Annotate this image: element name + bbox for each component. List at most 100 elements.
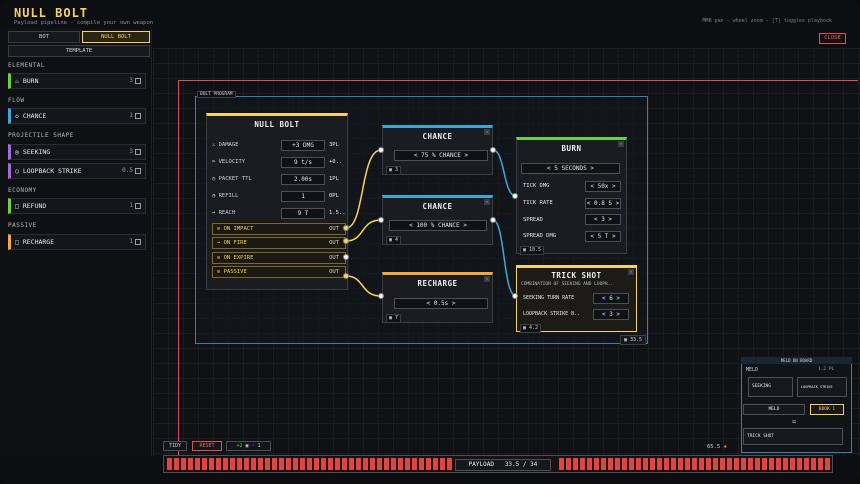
payload-segment — [167, 458, 172, 470]
spread-dmg-field[interactable]: < 5 T > — [585, 231, 621, 242]
port-in[interactable] — [512, 193, 518, 199]
payload-segment — [412, 458, 417, 470]
port-out[interactable] — [490, 147, 496, 153]
node-cost: ▣ 4.2 — [520, 324, 542, 333]
port-on-impact[interactable] — [343, 225, 349, 231]
payload-segment — [293, 458, 298, 470]
payload-segment — [713, 458, 718, 470]
stat-reach: → REACH — [212, 210, 236, 216]
payload-segment — [377, 458, 382, 470]
event-on-expire[interactable]: ⊙ ON EXPIRE OUT — [212, 252, 346, 264]
chance-node-1[interactable]: ✕ CHANCE < 75 % CHANCE > ▣ 3 — [382, 125, 493, 175]
event-on-impact[interactable]: ⊙ ON IMPACT OUT — [212, 223, 346, 235]
node-cost: ▣ 7 — [386, 314, 402, 323]
port-in[interactable] — [378, 147, 384, 153]
payload-segment — [727, 458, 732, 470]
payload-segment — [342, 458, 347, 470]
tidy-button[interactable]: TIDY — [163, 441, 187, 451]
reset-button[interactable]: RESET — [192, 441, 222, 451]
port-on-expire[interactable] — [343, 254, 349, 260]
meld-slot-b[interactable]: LOOPBACK STRIKE — [797, 377, 847, 397]
meld-button[interactable]: MELD — [743, 404, 805, 415]
port-in[interactable] — [512, 293, 518, 299]
tick-dmg-field[interactable]: < 50x > — [585, 181, 621, 192]
null-bolt-node[interactable]: NULL BOLT ⚔ DAMAGE +3 DMG 3PL ≈ VELOCITY… — [206, 113, 348, 290]
payload-segment — [307, 458, 312, 470]
game-window: NULL BOLT Payload pipeline - compile you… — [0, 0, 860, 484]
payload-segment — [601, 458, 606, 470]
node-title: BURN — [561, 144, 582, 153]
payload-segment — [769, 458, 774, 470]
payload-segment — [328, 458, 333, 470]
stat-packet-ttl: ◷ PACKET TTL — [212, 176, 252, 182]
payload-segment — [804, 458, 809, 470]
tick-rate-field[interactable]: < 0.8 S > — [585, 198, 621, 209]
reach-field[interactable]: 9 T — [281, 208, 325, 219]
wave-icon: ≈ — [212, 159, 219, 165]
meld-label: MELD — [746, 367, 759, 373]
payload-segment — [622, 458, 627, 470]
payload-segment — [447, 458, 452, 470]
refill-side: 0PL — [329, 193, 339, 199]
event-icon: ⊙ — [217, 226, 224, 232]
close-icon[interactable]: ✕ — [484, 129, 490, 135]
meld-result[interactable]: TRICK SHOT — [743, 428, 843, 445]
chance-field[interactable]: < 100 % CHANCE > — [389, 220, 487, 231]
port-out[interactable] — [490, 217, 496, 223]
event-passive[interactable]: ⊙ PASSIVE OUT — [212, 266, 346, 278]
payload-segment — [706, 458, 711, 470]
spread-field[interactable]: < 3 > — [585, 214, 621, 225]
payload-segment — [685, 458, 690, 470]
close-icon[interactable]: ✕ — [484, 199, 490, 205]
payload-segment — [174, 458, 179, 470]
close-icon[interactable]: ✕ — [628, 269, 634, 275]
payload-segment — [594, 458, 599, 470]
seeking-turn-field[interactable]: < 6 > — [593, 293, 629, 304]
payload-segment — [699, 458, 704, 470]
trick-shot-node[interactable]: ✕ TRICK SHOT COMBINATION OF SEEKING AND … — [516, 265, 637, 333]
refill-icon: ◔ — [212, 193, 219, 199]
port-in[interactable] — [378, 217, 384, 223]
close-icon[interactable]: ✕ — [484, 276, 490, 282]
event-on-fire[interactable]: → ON FIRE OUT — [212, 237, 346, 249]
payload-segment — [741, 458, 746, 470]
close-icon[interactable]: ✕ — [618, 141, 624, 147]
meld-slot-a[interactable]: SEEKING — [748, 377, 793, 397]
packet-ttl-field[interactable]: 2.00s — [281, 174, 325, 185]
recharge-node[interactable]: ✕ RECHARGE < 0.5s > ▣ 7 — [382, 272, 493, 323]
damage-side: 3PL — [329, 142, 339, 148]
diamond-icon: ◆ — [723, 444, 727, 450]
payload-segment — [678, 458, 683, 470]
port-passive[interactable] — [343, 273, 349, 279]
event-icon: ⊙ — [217, 255, 224, 261]
burn-node[interactable]: ✕ BURN < 5 SECONDS > TICK DMG < 50x > TI… — [516, 137, 627, 255]
burn-duration-field[interactable]: < 5 SECONDS > — [521, 163, 620, 174]
chance-field[interactable]: < 75 % CHANCE > — [394, 150, 488, 161]
payload-segment — [657, 458, 662, 470]
payload-segment — [426, 458, 431, 470]
refill-field[interactable]: 1 — [281, 191, 325, 202]
payload-segment — [762, 458, 767, 470]
damage-field[interactable]: +3 DMG — [281, 140, 325, 151]
payload-segment — [314, 458, 319, 470]
payload-segment — [195, 458, 200, 470]
payload-segment — [811, 458, 816, 470]
chance-node-2[interactable]: ✕ CHANCE < 100 % CHANCE > ▣ 4 — [382, 195, 493, 245]
event-icon: ⊙ — [217, 269, 224, 275]
payload-segment — [797, 458, 802, 470]
book-button[interactable]: BOOK 1 — [810, 404, 844, 415]
payload-segment — [825, 458, 830, 470]
payload-segment — [734, 458, 739, 470]
recharge-field[interactable]: < 0.5s > — [394, 298, 488, 309]
port-in[interactable] — [378, 293, 384, 299]
loopback-field[interactable]: < 3 > — [593, 309, 629, 320]
payload-segment — [818, 458, 823, 470]
node-title: TRICK SHOT — [551, 271, 602, 280]
status-chip: +2 ▣ · 1 — [226, 441, 271, 451]
port-on-fire[interactable] — [343, 238, 349, 244]
velocity-field[interactable]: 9 t/s — [281, 157, 325, 168]
payload-segment — [398, 458, 403, 470]
payload-segment — [216, 458, 221, 470]
arrow-icon: → — [212, 210, 219, 216]
sword-icon: ⚔ — [212, 142, 219, 148]
